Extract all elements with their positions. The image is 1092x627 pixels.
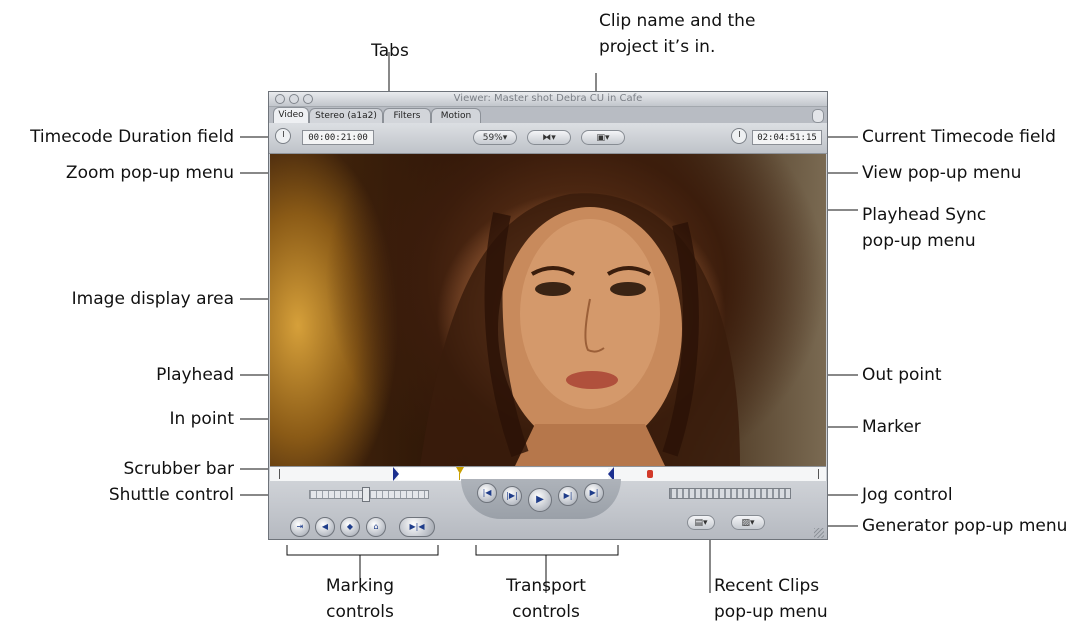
callout-marking-controls-2: controls — [326, 602, 394, 622]
transport-controls: |◀ |▶| ▶ ▶| ▶| — [461, 479, 621, 519]
playhead-stem — [459, 473, 460, 480]
callout-transport-controls-1: Transport — [506, 576, 586, 596]
callout-clip-name-1: Clip name and the — [599, 11, 756, 31]
callout-transport-controls-2: controls — [512, 602, 580, 622]
play-in-to-out-icon[interactable]: |▶| — [502, 486, 522, 506]
tab-filters[interactable]: Filters — [383, 108, 431, 123]
current-timecode-clock-icon — [731, 128, 747, 144]
duration-clock-icon — [275, 128, 291, 144]
mark-in-icon[interactable]: ◀ — [315, 517, 335, 537]
recent-clips-icon: ▤ — [694, 518, 703, 528]
controls-panel: |◀ |▶| ▶ ▶| ▶| ⇥ ◀ ◆ ⌂ ▶|◀ ▤▾ ▨▾ — [269, 479, 827, 539]
callout-timecode-duration: Timecode Duration field — [30, 127, 234, 147]
callout-playhead-sync-1: Playhead Sync — [862, 205, 987, 225]
chevron-down-icon: ▾ — [604, 133, 610, 143]
zoom-window-button[interactable] — [303, 94, 313, 104]
callout-scrubber-bar: Scrubber bar — [123, 459, 234, 479]
in-point-marker[interactable] — [393, 467, 399, 481]
callout-recent-clips-1: Recent Clips — [714, 576, 820, 596]
callout-playhead-sync-2: pop-up menu — [862, 231, 976, 251]
callout-marking-controls-1: Marking — [325, 576, 395, 596]
tab-motion[interactable]: Motion — [431, 108, 481, 123]
view-icon: ▣ — [596, 133, 605, 143]
recent-clips-popup-menu[interactable]: ▤▾ — [687, 515, 715, 530]
chevron-down-icon: ▾ — [702, 518, 708, 528]
generator-popup-menu[interactable]: ▨▾ — [731, 515, 765, 530]
marker[interactable] — [647, 470, 653, 478]
callout-jog-control: Jog control — [862, 485, 953, 505]
tab-bar: Video Stereo (a1a2) Filters Motion — [269, 107, 827, 124]
title-bar: Viewer: Master shot Debra CU in Cafe — [269, 92, 827, 107]
scrubber-end-tick — [818, 469, 819, 479]
callout-view-popup: View pop-up menu — [862, 163, 1022, 183]
callout-current-timecode: Current Timecode field — [862, 127, 1056, 147]
go-to-in-icon[interactable]: |◀ — [477, 483, 497, 503]
mark-in-out-icon[interactable]: ▶|◀ — [399, 517, 435, 537]
tab-stereo[interactable]: Stereo (a1a2) — [309, 108, 383, 123]
image-display-area[interactable] — [270, 154, 826, 466]
add-keyframe-icon[interactable]: ⌂ — [366, 517, 386, 537]
zoom-popup-menu[interactable]: 59%▾ — [473, 130, 517, 145]
zoom-value: 59% — [482, 133, 503, 143]
current-timecode-field[interactable]: 02:04:51:15 — [752, 130, 822, 145]
callout-generator-popup: Generator pop-up menu — [862, 516, 1068, 536]
playhead-sync-icon: ⧓ — [542, 133, 552, 143]
scrubber-start-tick — [279, 469, 280, 479]
go-to-out-icon[interactable]: ▶| — [584, 483, 604, 503]
window-toolbar-toggle-button[interactable] — [812, 109, 824, 123]
jog-control[interactable] — [669, 488, 791, 499]
generator-icon: ▨ — [741, 518, 750, 528]
shuttle-knob[interactable] — [362, 487, 370, 502]
close-window-button[interactable] — [275, 94, 285, 104]
add-marker-icon[interactable]: ◆ — [340, 517, 360, 537]
callout-zoom-popup: Zoom pop-up menu — [65, 163, 234, 183]
window-title: Viewer: Master shot Debra CU in Cafe — [453, 93, 643, 104]
callout-out-point: Out point — [862, 365, 942, 385]
callout-in-point: In point — [169, 409, 234, 429]
playhead-sync-popup-menu[interactable]: ⧓▾ — [527, 130, 571, 145]
resize-handle[interactable] — [814, 528, 824, 538]
timecode-duration-field[interactable]: 00:00:21:00 — [302, 130, 374, 145]
callout-tabs: Tabs — [371, 41, 409, 61]
video-frame-image — [420, 193, 740, 466]
play-around-icon[interactable]: ▶| — [558, 486, 578, 506]
chevron-down-icon: ▾ — [502, 133, 508, 143]
callout-image-display-area: Image display area — [71, 289, 234, 309]
callout-clip-name-2: project it’s in. — [599, 37, 716, 57]
viewer-window: Viewer: Master shot Debra CU in Cafe Vid… — [268, 91, 828, 540]
callout-marker: Marker — [862, 417, 921, 437]
callout-playhead: Playhead — [156, 365, 234, 385]
play-icon[interactable]: ▶ — [528, 488, 552, 512]
mark-clip-icon[interactable]: ⇥ — [290, 517, 310, 537]
callout-shuttle-control: Shuttle control — [108, 485, 234, 505]
minimize-window-button[interactable] — [289, 94, 299, 104]
viewer-toolbar: 00:00:21:00 59%▾ ⧓▾ ▣▾ 02:04:51:15 — [269, 123, 827, 154]
playhead[interactable] — [456, 467, 464, 474]
callout-recent-clips-2: pop-up menu — [714, 602, 828, 622]
view-popup-menu[interactable]: ▣▾ — [581, 130, 625, 145]
shuttle-control[interactable] — [309, 487, 429, 502]
tab-video[interactable]: Video — [273, 107, 309, 124]
chevron-down-icon: ▾ — [749, 518, 755, 528]
chevron-down-icon: ▾ — [551, 133, 556, 143]
